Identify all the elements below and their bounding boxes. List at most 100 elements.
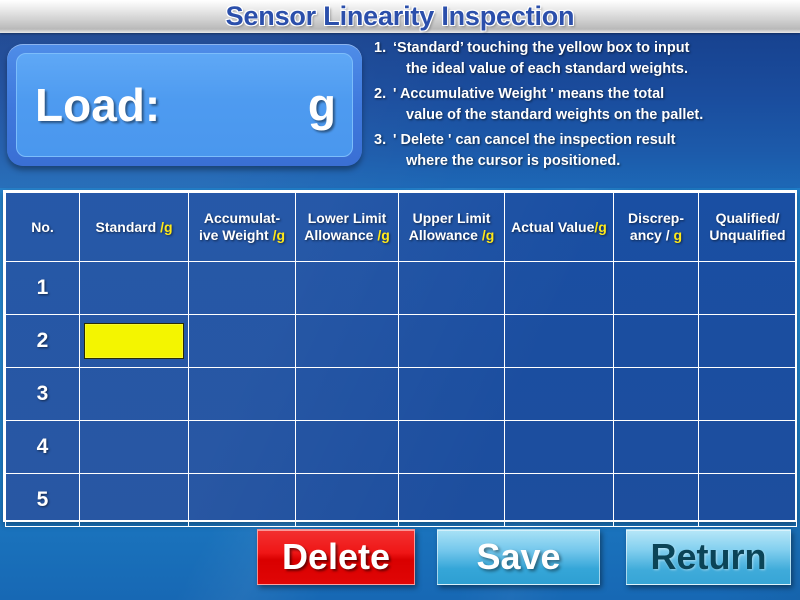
load-display-inner: Load: g [16,53,353,157]
instruction-text-2: ' Accumulative Weight ' means the total … [393,84,796,125]
column-header-accumulative-unit: /g [272,227,286,243]
load-display-panel: Load: g [7,44,362,166]
cell-upper-limit-5[interactable] [398,473,505,527]
column-header-actual-unit: /g [594,218,607,235]
column-header-upper-limit-allowance: Upper Limit Allowance /g [398,192,505,262]
page-title: Sensor Linearity Inspection [225,1,575,31]
cell-no-1: 1 [5,261,80,315]
column-header-accumulative-line2: ive Weight [198,227,273,243]
column-header-accumulative-line1: Accumulat- [203,210,281,227]
cell-actual-value-4[interactable] [504,420,614,474]
cell-no-3: 3 [5,367,80,421]
cell-actual-value-5[interactable] [504,473,614,527]
cell-qualified-1[interactable] [698,261,797,315]
column-header-discrepancy: Discrep- ancy / g [613,192,699,262]
title-bar: Sensor Linearity Inspection [0,0,800,33]
column-header-no: No. [5,192,80,262]
load-unit-label: g [307,79,336,131]
cell-no-5: 5 [5,473,80,527]
table-row: 3 [5,367,797,421]
cell-qualified-4[interactable] [698,420,797,474]
column-header-lower-line1: Lower Limit [307,210,387,227]
cell-qualified-3[interactable] [698,367,797,421]
column-header-discrepancy-unit: g [673,227,683,243]
cell-qualified-2[interactable] [698,314,797,368]
cell-discrepancy-2[interactable] [613,314,699,368]
cell-discrepancy-4[interactable] [613,420,699,474]
instruction-line-3a: ' Delete ' can cancel the inspection res… [393,132,676,149]
column-header-discrepancy-line1: Discrep- [627,210,685,227]
instruction-text-3: ' Delete ' can cancel the inspection res… [393,130,796,171]
instruction-line-1a: ‘Standard’ touching the yellow box to in… [393,40,690,56]
cell-accumulative-4[interactable] [188,420,296,474]
inspection-table: No. Standard /g Accumulat- ive Weight /g… [3,190,797,527]
column-header-lower-unit: /g [377,227,390,243]
column-header-accumulative-weight: Accumulat- ive Weight /g [188,192,296,262]
sensor-linearity-inspection-screen: Sensor Linearity Inspection Load: g 1. ‘… [0,0,800,600]
instruction-item-2: 2. ' Accumulative Weight ' means the tot… [374,84,796,125]
cell-lower-limit-4[interactable] [295,420,399,474]
cell-qualified-5[interactable] [698,473,797,527]
instruction-line-2a: ' Accumulative Weight ' means the total [393,86,665,103]
instructions-list: 1. ‘Standard’ touching the yellow box to… [374,38,796,176]
cell-upper-limit-1[interactable] [398,261,505,315]
column-header-standard-unit: /g [160,218,173,235]
instruction-number-2: 2. [374,86,387,103]
cell-lower-limit-3[interactable] [295,367,399,421]
column-header-upper-unit: /g [481,227,495,243]
instruction-number-3: 3. [374,132,387,149]
instruction-text-1: ‘Standard’ touching the yellow box to in… [393,38,796,79]
delete-button[interactable]: Delete [257,529,415,585]
table-row: 1 [5,261,797,315]
cell-standard-1[interactable] [79,261,189,315]
column-header-lower-line2: Allowance [304,227,378,243]
column-header-actual-line1: Actual Value [511,218,595,235]
column-header-upper-line1: Upper Limit [412,210,491,227]
cell-accumulative-2[interactable] [188,314,296,368]
instruction-line-1b: the ideal value of each standard weights… [406,60,689,77]
cell-lower-limit-1[interactable] [295,261,399,315]
instruction-number-1: 1. [374,40,387,56]
load-label: Load: [35,79,161,131]
instruction-item-1: 1. ‘Standard’ touching the yellow box to… [374,38,796,79]
cell-discrepancy-1[interactable] [613,261,699,315]
cell-accumulative-1[interactable] [188,261,296,315]
column-header-standard: Standard /g [79,192,189,262]
cell-accumulative-3[interactable] [188,367,296,421]
active-input-highlight[interactable] [84,323,184,359]
column-header-standard-line1: Standard [95,218,161,235]
column-header-actual-value: Actual Value/g [504,192,614,262]
instruction-line-2b: value of the standard weights on the pal… [406,106,704,123]
cell-actual-value-2[interactable] [504,314,614,368]
column-header-qualified-line2: Unqualified [709,227,786,243]
cell-no-4: 4 [5,420,80,474]
cell-standard-4[interactable] [79,420,189,474]
column-header-no-line1: No. [31,218,54,235]
column-header-qualified: Qualified/ Unqualified [698,192,797,262]
cell-no-2: 2 [5,314,80,368]
cell-standard-3[interactable] [79,367,189,421]
column-header-lower-limit-allowance: Lower Limit Allowance /g [295,192,399,262]
cell-lower-limit-5[interactable] [295,473,399,527]
instruction-item-3: 3. ' Delete ' can cancel the inspection … [374,130,796,171]
cell-actual-value-3[interactable] [504,367,614,421]
action-button-row: Delete Save Return [0,529,800,589]
instruction-line-3b: where the cursor is positioned. [406,152,621,169]
table-row: 5 [5,473,797,527]
cell-accumulative-5[interactable] [188,473,296,527]
cell-discrepancy-3[interactable] [613,367,699,421]
cell-upper-limit-3[interactable] [398,367,505,421]
cell-actual-value-1[interactable] [504,261,614,315]
return-button[interactable]: Return [626,529,791,585]
column-header-discrepancy-line2: ancy / [629,227,674,243]
cell-upper-limit-2[interactable] [398,314,505,368]
cell-standard-5[interactable] [79,473,189,527]
cell-discrepancy-5[interactable] [613,473,699,527]
cell-upper-limit-4[interactable] [398,420,505,474]
cell-lower-limit-2[interactable] [295,314,399,368]
table-row: 4 [5,420,797,474]
cell-standard-2-active[interactable] [79,314,189,368]
column-header-upper-line2: Allowance [408,227,482,243]
table-header-row: No. Standard /g Accumulat- ive Weight /g… [5,192,797,262]
save-button[interactable]: Save [437,529,600,585]
